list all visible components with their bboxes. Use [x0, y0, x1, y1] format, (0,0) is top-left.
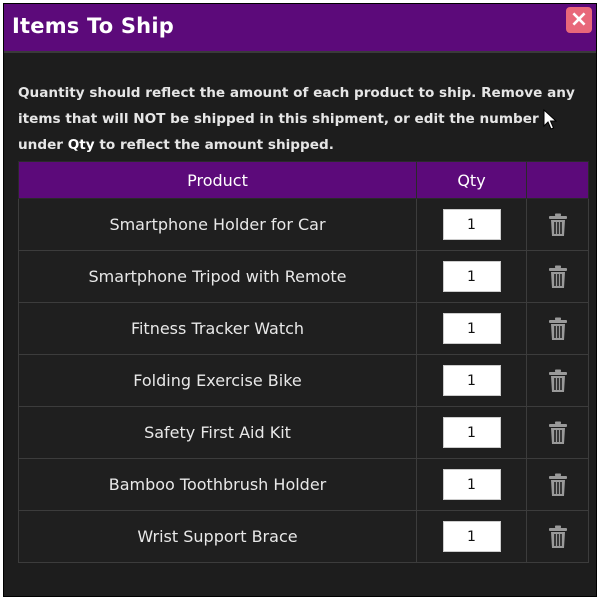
table-body: Smartphone Holder for CarSmartphone Trip… [18, 198, 589, 563]
product-name-cell: Bamboo Toothbrush Holder [18, 458, 417, 511]
trash-icon [548, 213, 567, 236]
qty-input[interactable] [442, 313, 501, 344]
qty-input[interactable] [442, 365, 501, 396]
qty-cell [416, 354, 527, 407]
qty-input[interactable] [442, 209, 501, 240]
title-divider [4, 51, 596, 53]
trash-icon [548, 317, 567, 340]
close-icon: × [569, 7, 589, 32]
qty-cell [416, 198, 527, 251]
table-row: Smartphone Tripod with Remote [18, 250, 589, 303]
qty-cell [416, 406, 527, 459]
items-to-ship-dialog: Items To Ship × Quantity should reflect … [3, 3, 597, 597]
product-name-cell: Smartphone Tripod with Remote [18, 250, 417, 303]
delete-cell [526, 510, 589, 563]
instructions-part-2: to reflect the amount shipped. [94, 137, 334, 153]
close-button[interactable]: × [566, 7, 592, 33]
qty-input[interactable] [442, 417, 501, 448]
column-header-product: Product [18, 161, 417, 199]
product-name-cell: Smartphone Holder for Car [18, 198, 417, 251]
mouse-pointer-icon [543, 109, 557, 130]
delete-item-button[interactable] [548, 421, 568, 445]
column-header-qty: Qty [416, 161, 527, 199]
table-row: Safety First Aid Kit [18, 406, 589, 459]
product-name-cell: Fitness Tracker Watch [18, 302, 417, 355]
delete-item-button[interactable] [548, 525, 568, 549]
delete-cell [526, 198, 589, 251]
qty-input[interactable] [442, 521, 501, 552]
table-row: Fitness Tracker Watch [18, 302, 589, 355]
delete-item-button[interactable] [548, 265, 568, 289]
trash-icon [548, 473, 567, 496]
qty-cell [416, 458, 527, 511]
table-row: Bamboo Toothbrush Holder [18, 458, 589, 511]
trash-icon [548, 525, 567, 548]
delete-cell [526, 354, 589, 407]
dialog-title: Items To Ship [12, 14, 174, 38]
instructions-text: Quantity should reflect the amount of ea… [18, 80, 588, 158]
trash-icon [548, 369, 567, 392]
qty-cell [416, 510, 527, 563]
dialog-titlebar: Items To Ship × [4, 4, 596, 51]
table-header-row: Product Qty [18, 161, 589, 199]
trash-icon [548, 421, 567, 444]
qty-input[interactable] [442, 469, 501, 500]
qty-cell [416, 302, 527, 355]
delete-cell [526, 406, 589, 459]
qty-cell [416, 250, 527, 303]
table-row: Wrist Support Brace [18, 510, 589, 563]
delete-item-button[interactable] [548, 213, 568, 237]
product-name-cell: Safety First Aid Kit [18, 406, 417, 459]
table-row: Smartphone Holder for Car [18, 198, 589, 251]
product-name-cell: Wrist Support Brace [18, 510, 417, 563]
delete-item-button[interactable] [548, 473, 568, 497]
items-table: Product Qty Smartphone Holder for CarSma… [18, 161, 589, 563]
delete-cell [526, 458, 589, 511]
delete-item-button[interactable] [548, 317, 568, 341]
delete-cell [526, 302, 589, 355]
trash-icon [548, 265, 567, 288]
product-name-cell: Folding Exercise Bike [18, 354, 417, 407]
qty-input[interactable] [442, 261, 501, 292]
column-header-actions [526, 161, 589, 199]
delete-cell [526, 250, 589, 303]
delete-item-button[interactable] [548, 369, 568, 393]
instructions-qty-strong: Qty [67, 137, 95, 153]
table-row: Folding Exercise Bike [18, 354, 589, 407]
